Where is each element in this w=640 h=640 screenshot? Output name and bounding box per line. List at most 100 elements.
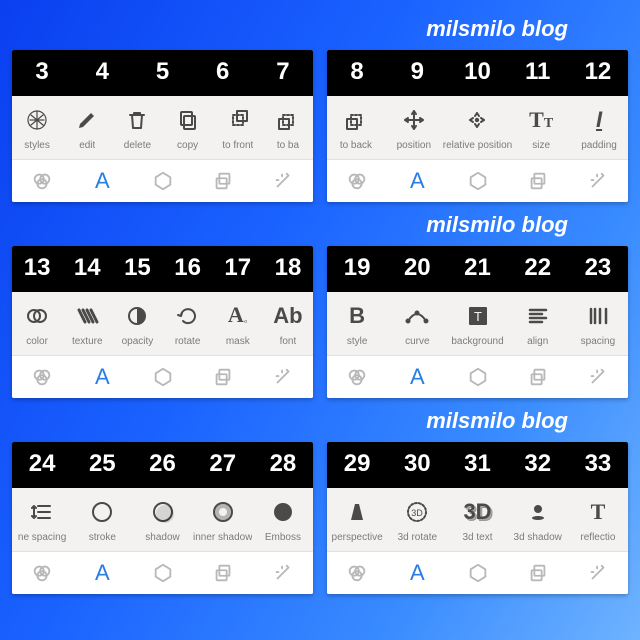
- color-tab[interactable]: [327, 552, 387, 594]
- num-label: 14: [62, 254, 112, 282]
- tool-label: to back: [340, 140, 372, 151]
- a-tab[interactable]: A: [72, 160, 132, 202]
- tool-line-spacing[interactable]: ne spacing: [12, 488, 72, 551]
- toolbar: styles edit delete copy to front to ba: [12, 96, 313, 160]
- tool-to-back[interactable]: to back: [327, 96, 385, 159]
- tool-perspective[interactable]: perspective: [327, 488, 387, 551]
- color-tab[interactable]: [12, 160, 72, 202]
- tool-label: 3d text: [462, 532, 492, 543]
- panel-left: 2425262728 ne spacing stroke shadow inne…: [12, 442, 313, 594]
- shape-tab[interactable]: [132, 160, 192, 202]
- tool-spacing[interactable]: spacing: [568, 292, 628, 355]
- tool-shadow[interactable]: shadow: [132, 488, 192, 551]
- wand-tab[interactable]: [253, 160, 313, 202]
- num-label: 7: [253, 58, 313, 86]
- layer-tab[interactable]: [508, 552, 568, 594]
- color-tab[interactable]: [12, 552, 72, 594]
- tool-position[interactable]: position: [385, 96, 443, 159]
- to-back-icon: [342, 106, 370, 134]
- number-strip: 1920212223: [327, 246, 628, 292]
- font-icon: Ab: [274, 302, 302, 330]
- delete-icon: [123, 106, 151, 134]
- row-2: 2425262728 ne spacing stroke shadow inne…: [12, 442, 628, 594]
- tool-label: reflectio: [580, 532, 615, 543]
- tool-delete[interactable]: delete: [112, 96, 162, 159]
- a-tab[interactable]: A: [387, 552, 447, 594]
- layer-tab[interactable]: [193, 552, 253, 594]
- tool-label: inner shadow: [193, 532, 252, 543]
- layer-tab[interactable]: [508, 356, 568, 398]
- tool-curve[interactable]: curve: [387, 292, 447, 355]
- tool-label: background: [451, 336, 503, 347]
- a-tab[interactable]: A: [72, 552, 132, 594]
- shape-tab[interactable]: [132, 552, 192, 594]
- padding-icon: I: [585, 106, 613, 134]
- shape-tab[interactable]: [132, 356, 192, 398]
- shape-tab[interactable]: [447, 160, 507, 202]
- wand-tab[interactable]: [568, 160, 628, 202]
- tool-3d-rotate[interactable]: 3D 3d rotate: [387, 488, 447, 551]
- tool-opacity[interactable]: opacity: [112, 292, 162, 355]
- tool-to-back[interactable]: to ba: [263, 96, 313, 159]
- num-label: 10: [447, 58, 507, 86]
- tool-label: padding: [581, 140, 617, 151]
- a-tab[interactable]: A: [72, 356, 132, 398]
- tool-background[interactable]: T background: [447, 292, 507, 355]
- tool-texture[interactable]: texture: [62, 292, 112, 355]
- tool-rotate[interactable]: rotate: [163, 292, 213, 355]
- tool-mask[interactable]: A◦ mask: [213, 292, 263, 355]
- opacity-icon: [123, 302, 151, 330]
- watermark: milsmilo blog: [12, 208, 628, 246]
- num-label: 12: [568, 58, 628, 86]
- tool-color[interactable]: color: [12, 292, 62, 355]
- wand-tab[interactable]: [253, 356, 313, 398]
- num-label: 8: [327, 58, 387, 86]
- position-icon: [400, 106, 428, 134]
- tool-align[interactable]: align: [508, 292, 568, 355]
- toolbar: color texture opacity rotate A◦ mask Ab …: [12, 292, 313, 356]
- color-tab[interactable]: [12, 356, 72, 398]
- num-label: 15: [112, 254, 162, 282]
- size-icon: TT: [527, 106, 555, 134]
- tab-strip: A: [12, 552, 313, 594]
- wand-tab[interactable]: [253, 552, 313, 594]
- shape-tab[interactable]: [447, 552, 507, 594]
- num-label: 19: [327, 254, 387, 282]
- tool-padding[interactable]: I padding: [570, 96, 628, 159]
- wand-tab[interactable]: [568, 552, 628, 594]
- tool-emboss[interactable]: Emboss: [253, 488, 313, 551]
- tool-styles[interactable]: styles: [12, 96, 62, 159]
- emboss-icon: [269, 498, 297, 526]
- tool-edit[interactable]: edit: [62, 96, 112, 159]
- tool-relative-position[interactable]: relative position: [443, 96, 512, 159]
- tool-inner-shadow[interactable]: inner shadow: [193, 488, 253, 551]
- tool-text-style[interactable]: B style: [327, 292, 387, 355]
- color-tab[interactable]: [327, 356, 387, 398]
- color-tab[interactable]: [327, 160, 387, 202]
- tool-3d-text[interactable]: 3D 3d text: [447, 488, 507, 551]
- num-label: 21: [447, 254, 507, 282]
- align-icon: [524, 302, 552, 330]
- tab-strip: A: [327, 160, 628, 202]
- color-icon: [23, 302, 51, 330]
- layer-tab[interactable]: [193, 356, 253, 398]
- tool-label: texture: [72, 336, 103, 347]
- layer-tab[interactable]: [193, 160, 253, 202]
- tool-stroke[interactable]: stroke: [72, 488, 132, 551]
- row-0: 34567 styles edit delete copy to front t…: [12, 50, 628, 202]
- a-tab[interactable]: A: [387, 160, 447, 202]
- num-label: 20: [387, 254, 447, 282]
- a-tab[interactable]: A: [387, 356, 447, 398]
- 3d-text-icon: 3D: [464, 498, 492, 526]
- num-label: 27: [193, 450, 253, 478]
- wand-tab[interactable]: [568, 356, 628, 398]
- tool-font[interactable]: Ab font: [263, 292, 313, 355]
- tool-copy[interactable]: copy: [163, 96, 213, 159]
- tool-reflection[interactable]: T reflectio: [568, 488, 628, 551]
- shape-tab[interactable]: [447, 356, 507, 398]
- tool-size[interactable]: TT size: [512, 96, 570, 159]
- tool-to-front[interactable]: to front: [213, 96, 263, 159]
- tool-3d-shadow[interactable]: 3d shadow: [508, 488, 568, 551]
- layer-tab[interactable]: [508, 160, 568, 202]
- row-1: 131415161718 color texture opacity rotat…: [12, 246, 628, 398]
